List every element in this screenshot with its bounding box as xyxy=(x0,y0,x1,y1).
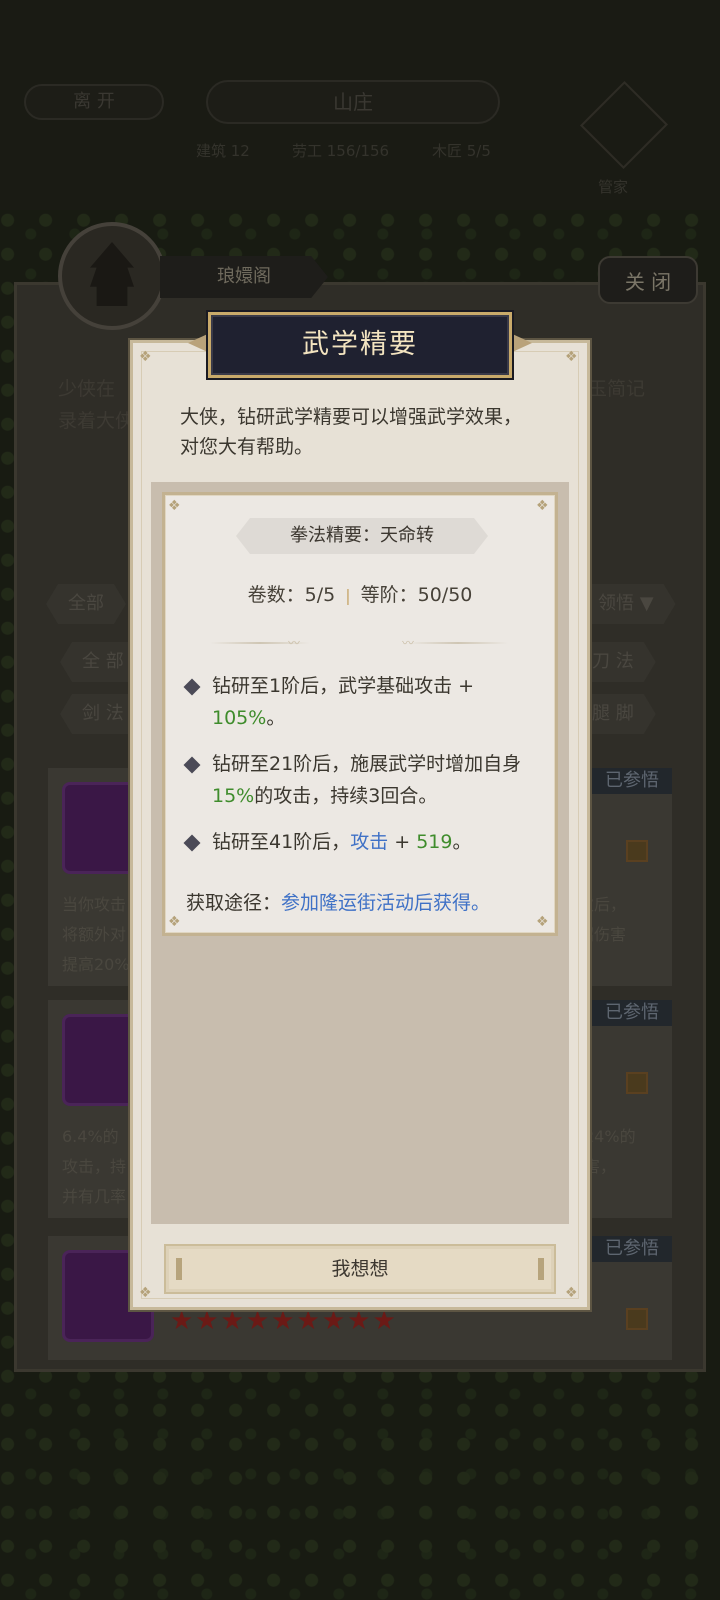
source-label: 获取途径： xyxy=(186,892,282,914)
filter-sort-dropdown[interactable]: 领悟 ▼ xyxy=(576,584,676,624)
panel-desc-left-2: 录着大侠 xyxy=(58,410,135,432)
corner-ornament-icon: ❖ xyxy=(139,1285,152,1301)
stat-separator: | xyxy=(345,586,351,605)
manager-label: 管家 xyxy=(598,178,629,196)
button-ornament-icon xyxy=(176,1258,182,1280)
think-again-button[interactable]: 我想想 xyxy=(164,1244,556,1294)
star-rating: ★★★★★★★★★ xyxy=(170,1306,398,1336)
tab-library[interactable]: 琅嬛阁 xyxy=(160,256,328,298)
level-value: 等阶：50/50 xyxy=(360,584,473,606)
pavilion-emblem-icon xyxy=(58,222,166,330)
panel-desc-right: 玉简记 xyxy=(588,378,646,400)
effect-value: 15% xyxy=(212,785,255,807)
source-line: 获取途径：参加隆运街活动后获得。 xyxy=(186,888,546,915)
carpenter-count: 木匠 5/5 xyxy=(432,142,491,160)
effect-3: 钻研至41阶后，攻击 + 519。 xyxy=(183,826,526,858)
effect-1: 钻研至1阶后，武学基础攻击 + 105%。 xyxy=(183,670,526,734)
estate-title: 山庄 xyxy=(206,80,500,124)
source-link[interactable]: 参加隆运街活动后获得。 xyxy=(281,892,490,914)
divider-ornament-icon: 〰 xyxy=(288,636,301,650)
essence-stats: 卷数：5/5 | 等阶：50/50 xyxy=(162,580,558,607)
corner-ornament-icon: ❖ xyxy=(168,914,181,930)
seal-icon xyxy=(626,1072,648,1094)
close-button[interactable]: 关 闭 xyxy=(598,256,698,304)
panel-desc-left: 少侠在 xyxy=(58,378,116,400)
seal-icon xyxy=(626,840,648,862)
corner-ornament-icon: ❖ xyxy=(536,498,549,514)
status-badge: 已参悟 xyxy=(592,1000,672,1026)
status-badge: 已参悟 xyxy=(592,1236,672,1262)
effect-2: 钻研至21阶后，施展武学时增加自身15%的攻击，持续3回合。 xyxy=(183,748,526,812)
sort-label: 领悟 xyxy=(598,593,634,614)
labor-count: 劳工 156/156 xyxy=(292,142,390,160)
corner-ornament-icon: ❖ xyxy=(139,349,152,365)
effect-stat: 攻击 xyxy=(350,831,389,853)
corner-ornament-icon: ❖ xyxy=(168,498,181,514)
effect-value: 105% xyxy=(212,707,267,729)
chevron-down-icon: ▼ xyxy=(639,593,654,614)
dialog-intro: 大侠，钻研武学精要可以增强武学效果，对您大有帮助。 xyxy=(180,406,523,458)
status-badge: 已参悟 xyxy=(592,768,672,794)
effect-value: 519 xyxy=(416,831,453,853)
button-ornament-icon xyxy=(538,1258,544,1280)
seal-icon xyxy=(626,1308,648,1330)
button-label: 我想想 xyxy=(331,1258,389,1280)
corner-ornament-icon: ❖ xyxy=(565,349,578,365)
volumes-value: 卷数：5/5 xyxy=(247,584,336,606)
divider-right xyxy=(408,642,508,644)
corner-ornament-icon: ❖ xyxy=(565,1285,578,1301)
skill-desc-right: 次后， 招伤害 xyxy=(578,895,627,944)
dialog-title: 武学精要 xyxy=(208,312,512,378)
corner-ornament-icon: ❖ xyxy=(536,914,549,930)
leave-button[interactable]: 离 开 xyxy=(24,84,164,120)
building-count: 建筑 12 xyxy=(196,142,250,160)
filter-all-dropdown[interactable]: 全部 xyxy=(46,584,126,624)
essence-name: 拳法精要：天命转 xyxy=(236,518,488,554)
